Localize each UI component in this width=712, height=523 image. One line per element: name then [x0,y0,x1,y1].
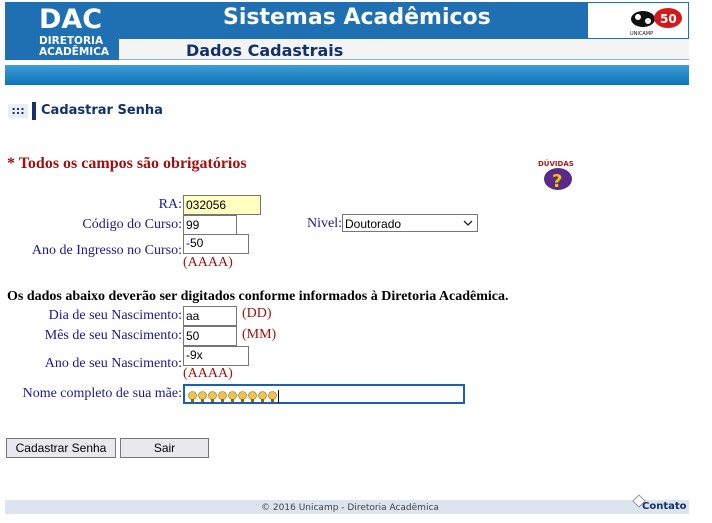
course-code-label: Código do Curso: [82,217,182,232]
birth-month-input[interactable]: 50 [183,326,237,346]
required-notice: * Todos os campos são obrigatórios [7,155,247,172]
entry-year-input[interactable]: -50 [183,234,249,254]
svg-text:50: 50 [660,12,677,26]
question-mark-icon: ? DÚVIDAS [538,159,574,192]
birth-day-hint: (DD) [242,306,272,321]
contact-label: Contato [642,501,687,512]
masked-char-icon [248,391,257,402]
subtitle-divider [119,59,689,60]
ra-input[interactable]: 032056 [183,195,261,215]
copyright-text: © 2016 Unicamp - Diretoria Acadêmica [261,503,439,513]
unicamp-50-icon: 50 UNICAMP [630,8,682,37]
birth-year-input[interactable]: -9x [183,346,249,366]
breadcrumb-dots: ::: [8,104,28,118]
help-button[interactable]: ? DÚVIDAS [532,157,584,193]
logo-line2: ACADÊMICA [39,46,110,58]
level-select[interactable]: Doutorado [342,214,478,232]
entry-year-hint: (AAAA) [183,255,233,270]
mother-name-input[interactable] [183,384,465,404]
svg-text:?: ? [552,171,562,192]
ra-label: RA: [158,197,182,212]
birth-month-hint: (MM) [242,327,277,342]
masked-char-icon [188,391,197,402]
masked-char-icon [258,391,267,402]
dac-logo: DAC DIRETORIA ACADÊMICA [5,2,119,60]
mother-name-label: Nome completo de sua mãe: [22,386,182,401]
text-caret [278,390,279,404]
masked-char-icon [238,391,247,402]
page-subtitle: Dados Cadastrais [186,41,344,60]
unicamp-wordmark: UNICAMP [630,31,653,37]
level-selected-value: Doutorado [345,217,402,231]
logo-main-text: DAC [39,4,103,35]
submit-password-button[interactable]: Cadastrar Senha [6,438,116,458]
title-band: Sistemas Acadêmicos [119,2,587,39]
masked-char-icon [218,391,227,402]
instructions-text: Os dados abaixo deverão ser digitados co… [7,289,509,304]
level-label: Nivel: [307,216,342,231]
masked-char-icon [228,391,237,402]
birth-day-input[interactable]: aa [183,306,237,326]
app-title: Sistemas Acadêmicos [223,5,491,30]
birth-day-label: Dia de seu Nascimento: [48,308,182,323]
breadcrumb-separator [32,102,36,120]
entry-year-label: Ano de Ingresso no Curso: [31,243,182,258]
masked-char-icon [198,391,207,402]
birth-year-hint: (AAAA) [183,366,233,381]
masked-char-icon [208,391,217,402]
birth-month-label: Mês de seu Nascimento: [44,328,182,343]
masked-char-icon [268,391,277,402]
chevron-down-icon [463,220,473,226]
breadcrumb-title: Cadastrar Senha [41,103,163,118]
course-code-input[interactable]: 99 [183,215,237,235]
unicamp-logo: 50 UNICAMP [587,2,689,39]
birth-year-label: Ano de seu Nascimento: [44,356,182,371]
exit-button[interactable]: Sair [120,438,209,458]
help-badge-label: DÚVIDAS [538,159,574,168]
header-bar [5,65,689,85]
